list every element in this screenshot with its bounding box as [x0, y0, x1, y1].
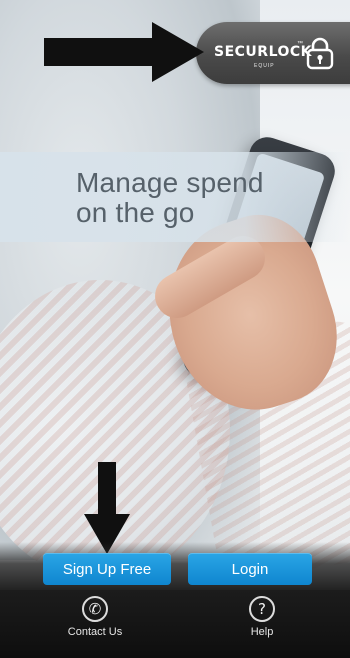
padlock-icon: [306, 37, 334, 70]
question-icon: ?: [249, 596, 275, 622]
logo-subtext: EQUIP: [254, 63, 275, 69]
headline-line-2: on the go: [76, 197, 195, 228]
arrow-right-icon: [44, 22, 204, 82]
phone-icon: ✆: [82, 596, 108, 622]
tab-help-label: Help: [250, 626, 274, 638]
arrow-down-icon: [84, 462, 130, 554]
headline-line-1: Manage spend: [76, 167, 264, 198]
sign-up-button[interactable]: Sign Up Free: [43, 553, 171, 585]
tab-contact-label: Contact Us: [67, 626, 123, 638]
app-screen: Manage spend on the go SECURLOCK ™ EQUIP…: [0, 0, 350, 658]
headline: Manage spend on the go: [76, 168, 276, 228]
logo-trademark: ™: [297, 41, 303, 47]
login-button[interactable]: Login: [188, 553, 312, 585]
tab-contact-us[interactable]: ✆ Contact Us: [45, 596, 145, 656]
tab-help[interactable]: ? Help: [212, 596, 312, 656]
